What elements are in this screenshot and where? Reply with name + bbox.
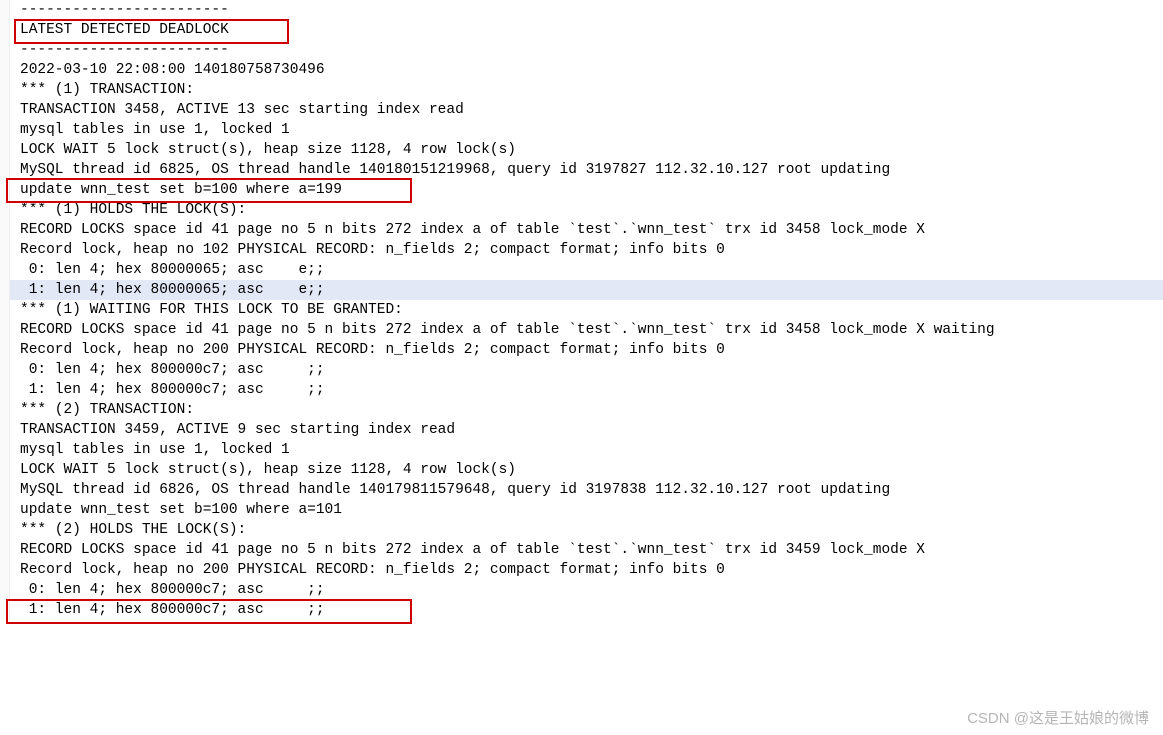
log-line: update wnn_test set b=100 where a=199: [0, 180, 1163, 200]
line-gutter: [0, 300, 10, 320]
line-gutter: [0, 80, 10, 100]
log-line: 0: len 4; hex 800000c7; asc ;;: [0, 360, 1163, 380]
watermark: CSDN @这是王姑娘的微博: [967, 709, 1149, 729]
log-text: 1: len 4; hex 80000065; asc e;;: [10, 280, 1163, 300]
line-gutter: [0, 160, 10, 180]
line-gutter: [0, 20, 10, 40]
log-line: LOCK WAIT 5 lock struct(s), heap size 11…: [0, 460, 1163, 480]
log-text: mysql tables in use 1, locked 1: [10, 440, 1163, 460]
log-text: Record lock, heap no 200 PHYSICAL RECORD…: [10, 560, 1163, 580]
log-text: MySQL thread id 6826, OS thread handle 1…: [10, 480, 1163, 500]
log-line: mysql tables in use 1, locked 1: [0, 440, 1163, 460]
log-text: LATEST DETECTED DEADLOCK: [10, 20, 1163, 40]
log-line: ------------------------: [0, 0, 1163, 20]
log-text: RECORD LOCKS space id 41 page no 5 n bit…: [10, 320, 1163, 340]
line-gutter: [0, 540, 10, 560]
log-text: Record lock, heap no 102 PHYSICAL RECORD…: [10, 240, 1163, 260]
line-gutter: [0, 560, 10, 580]
log-line: Record lock, heap no 200 PHYSICAL RECORD…: [0, 340, 1163, 360]
log-text: update wnn_test set b=100 where a=199: [10, 180, 1163, 200]
log-line: TRANSACTION 3459, ACTIVE 9 sec starting …: [0, 420, 1163, 440]
log-line: *** (1) TRANSACTION:: [0, 80, 1163, 100]
line-gutter: [0, 440, 10, 460]
log-text: MySQL thread id 6825, OS thread handle 1…: [10, 160, 1163, 180]
log-line: Record lock, heap no 200 PHYSICAL RECORD…: [0, 560, 1163, 580]
log-line: 0: len 4; hex 800000c7; asc ;;: [0, 580, 1163, 600]
line-gutter: [0, 140, 10, 160]
line-gutter: [0, 280, 10, 300]
line-gutter: [0, 460, 10, 480]
log-text: 0: len 4; hex 80000065; asc e;;: [10, 260, 1163, 280]
log-text: 0: len 4; hex 800000c7; asc ;;: [10, 360, 1163, 380]
log-text: *** (2) HOLDS THE LOCK(S):: [10, 520, 1163, 540]
log-text: 0: len 4; hex 800000c7; asc ;;: [10, 580, 1163, 600]
log-line: 1: len 4; hex 800000c7; asc ;;: [0, 380, 1163, 400]
line-gutter: [0, 60, 10, 80]
log-line: 2022-03-10 22:08:00 140180758730496: [0, 60, 1163, 80]
log-line: MySQL thread id 6826, OS thread handle 1…: [0, 480, 1163, 500]
log-line: MySQL thread id 6825, OS thread handle 1…: [0, 160, 1163, 180]
log-text: *** (1) TRANSACTION:: [10, 80, 1163, 100]
line-gutter: [0, 600, 10, 620]
log-text: TRANSACTION 3459, ACTIVE 9 sec starting …: [10, 420, 1163, 440]
log-line: LOCK WAIT 5 lock struct(s), heap size 11…: [0, 140, 1163, 160]
line-gutter: [0, 120, 10, 140]
log-text: *** (1) WAITING FOR THIS LOCK TO BE GRAN…: [10, 300, 1163, 320]
line-gutter: [0, 380, 10, 400]
log-line: ------------------------: [0, 40, 1163, 60]
log-line: *** (1) WAITING FOR THIS LOCK TO BE GRAN…: [0, 300, 1163, 320]
log-text: 2022-03-10 22:08:00 140180758730496: [10, 60, 1163, 80]
log-text: RECORD LOCKS space id 41 page no 5 n bit…: [10, 540, 1163, 560]
line-gutter: [0, 180, 10, 200]
line-gutter: [0, 260, 10, 280]
line-gutter: [0, 420, 10, 440]
line-gutter: [0, 480, 10, 500]
log-line: TRANSACTION 3458, ACTIVE 13 sec starting…: [0, 100, 1163, 120]
log-line: 1: len 4; hex 800000c7; asc ;;: [0, 600, 1163, 620]
log-line: RECORD LOCKS space id 41 page no 5 n bit…: [0, 320, 1163, 340]
log-line: Record lock, heap no 102 PHYSICAL RECORD…: [0, 240, 1163, 260]
log-text: ------------------------: [10, 0, 1163, 20]
log-text: LOCK WAIT 5 lock struct(s), heap size 11…: [10, 460, 1163, 480]
line-gutter: [0, 220, 10, 240]
line-gutter: [0, 400, 10, 420]
log-text: mysql tables in use 1, locked 1: [10, 120, 1163, 140]
log-text: LOCK WAIT 5 lock struct(s), heap size 11…: [10, 140, 1163, 160]
log-text: *** (1) HOLDS THE LOCK(S):: [10, 200, 1163, 220]
log-text: 1: len 4; hex 800000c7; asc ;;: [10, 380, 1163, 400]
log-text: TRANSACTION 3458, ACTIVE 13 sec starting…: [10, 100, 1163, 120]
line-gutter: [0, 40, 10, 60]
log-line: RECORD LOCKS space id 41 page no 5 n bit…: [0, 220, 1163, 240]
log-line: 0: len 4; hex 80000065; asc e;;: [0, 260, 1163, 280]
line-gutter: [0, 580, 10, 600]
log-line: LATEST DETECTED DEADLOCK: [0, 20, 1163, 40]
log-line: *** (1) HOLDS THE LOCK(S):: [0, 200, 1163, 220]
log-text: ------------------------: [10, 40, 1163, 60]
log-text: update wnn_test set b=100 where a=101: [10, 500, 1163, 520]
line-gutter: [0, 100, 10, 120]
line-gutter: [0, 500, 10, 520]
log-line: *** (2) HOLDS THE LOCK(S):: [0, 520, 1163, 540]
log-text: *** (2) TRANSACTION:: [10, 400, 1163, 420]
log-text: RECORD LOCKS space id 41 page no 5 n bit…: [10, 220, 1163, 240]
line-gutter: [0, 320, 10, 340]
line-gutter: [0, 360, 10, 380]
line-gutter: [0, 0, 10, 20]
line-gutter: [0, 340, 10, 360]
log-text: Record lock, heap no 200 PHYSICAL RECORD…: [10, 340, 1163, 360]
log-text: 1: len 4; hex 800000c7; asc ;;: [10, 600, 1163, 620]
log-line: *** (2) TRANSACTION:: [0, 400, 1163, 420]
line-gutter: [0, 240, 10, 260]
log-line: RECORD LOCKS space id 41 page no 5 n bit…: [0, 540, 1163, 560]
line-gutter: [0, 200, 10, 220]
log-line: 1: len 4; hex 80000065; asc e;;: [0, 280, 1163, 300]
log-line: mysql tables in use 1, locked 1: [0, 120, 1163, 140]
deadlock-log: ------------------------ LATEST DETECTED…: [0, 0, 1163, 620]
line-gutter: [0, 520, 10, 540]
log-line: update wnn_test set b=100 where a=101: [0, 500, 1163, 520]
